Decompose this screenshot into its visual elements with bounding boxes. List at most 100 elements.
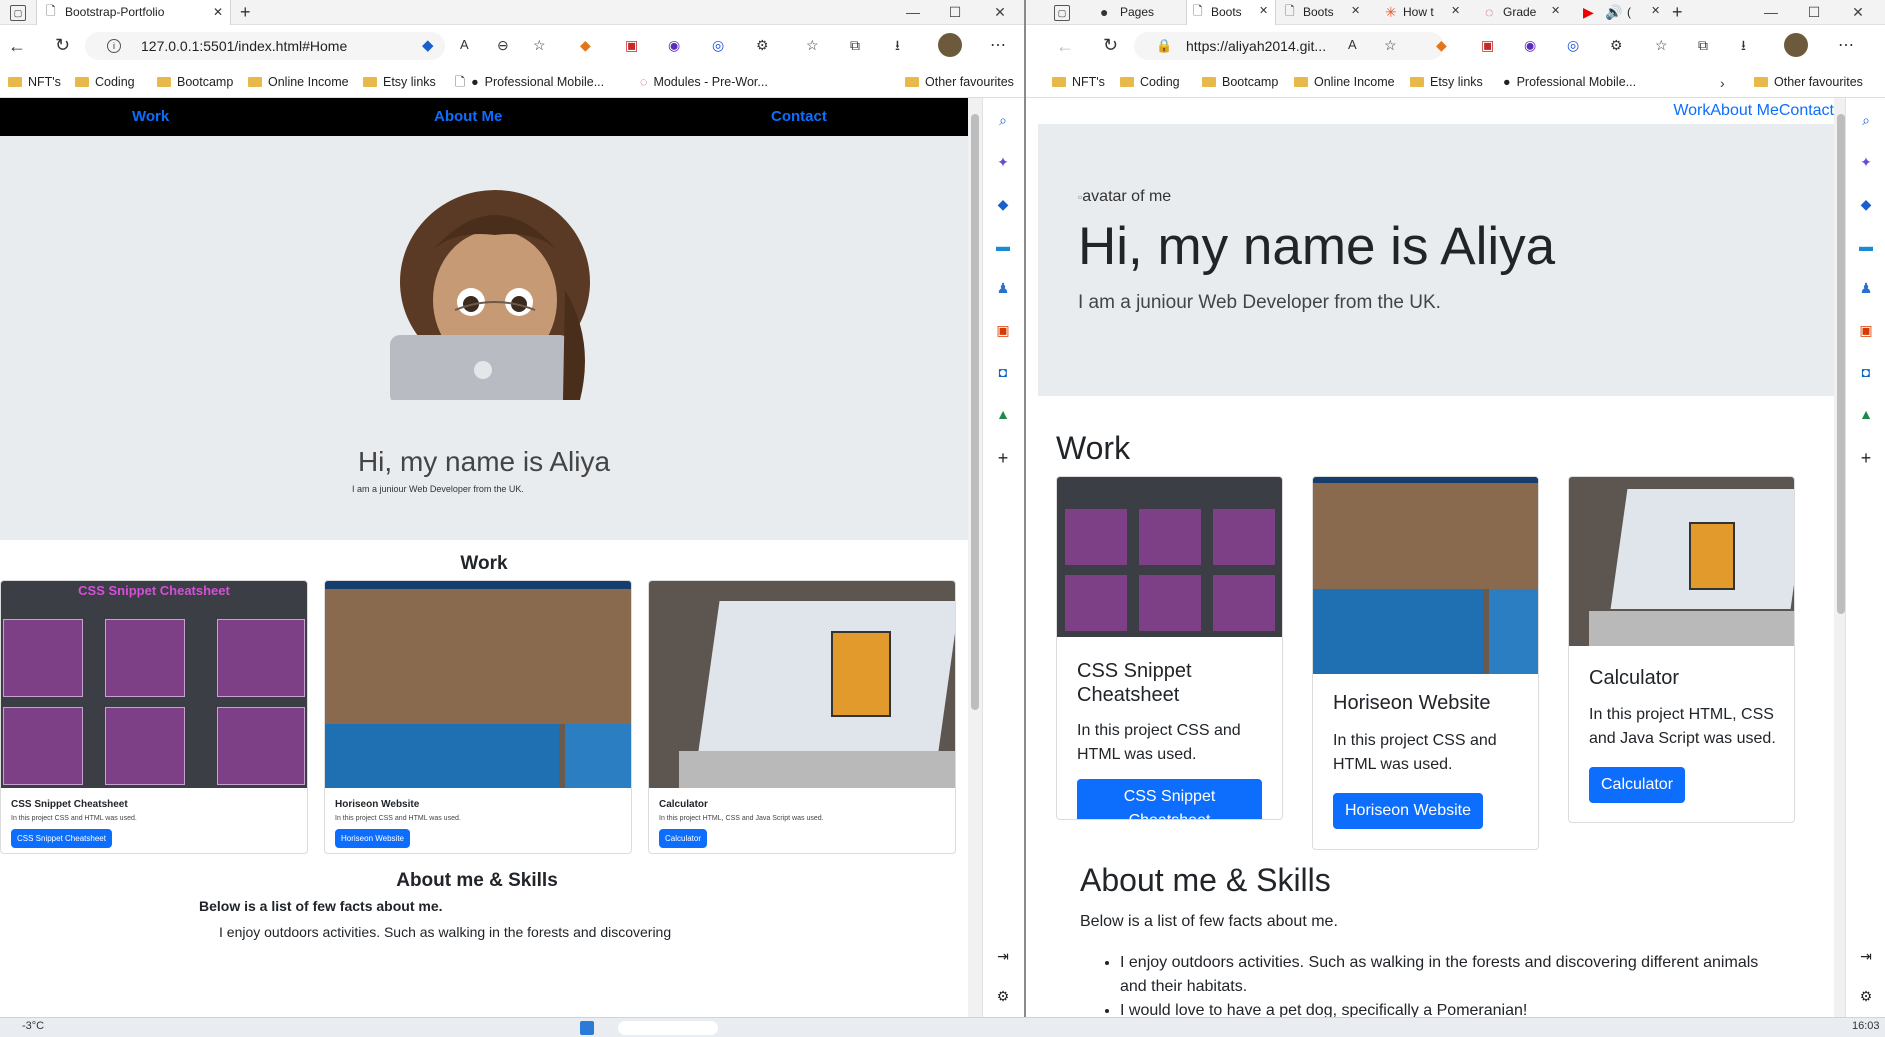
fav-online-income[interactable]: Online Income (248, 72, 349, 92)
copilot-icon[interactable]: ✦ (995, 154, 1011, 170)
css-cheatsheet-button[interactable]: CSS Snippet Cheatsheet (1077, 779, 1262, 819)
office-icon[interactable]: ▣ (1858, 322, 1874, 338)
read-aloud-icon[interactable]: A (1348, 38, 1357, 51)
css-cheatsheet-button[interactable]: CSS Snippet Cheatsheet (11, 829, 112, 848)
read-aloud-icon[interactable]: A (460, 38, 469, 51)
close-tab-icon[interactable]: ✕ (213, 6, 223, 18)
tab-boots-active[interactable]: 🗋 Boots ✕ (1186, 0, 1276, 25)
tab-portfolio[interactable]: 🗋 Bootstrap-Portfolio ✕ (36, 0, 231, 25)
fav-modules[interactable]: ◌ Modules - Pre-Wor... (640, 72, 768, 92)
minimize-icon[interactable]: — (1751, 0, 1791, 25)
nav-work-link[interactable]: Work (1673, 102, 1710, 119)
games-icon[interactable]: ♟ (1858, 280, 1874, 296)
fav-professional-mobile[interactable]: 🗋 ● Professional Mobile... (455, 72, 604, 92)
extension-target-icon[interactable]: ◎ (712, 38, 724, 52)
nav-contact-link[interactable]: Contact (1779, 102, 1834, 119)
back-icon[interactable]: ← (8, 37, 26, 55)
new-tab-icon[interactable]: + (240, 3, 251, 21)
tree-icon[interactable]: ▲ (1858, 406, 1874, 422)
scrollbar-thumb[interactable] (1837, 114, 1845, 614)
shopping-icon[interactable]: ◆ (995, 196, 1011, 212)
nav-contact-link[interactable]: Contact (771, 108, 827, 125)
calculator-button[interactable]: Calculator (1589, 767, 1686, 803)
search-icon[interactable]: ⌕ (995, 112, 1011, 128)
tab-grade[interactable]: ◌ Grade ✕ (1479, 0, 1569, 25)
nav-about-link[interactable]: About Me (434, 108, 502, 125)
search-icon[interactable]: ⌕ (1858, 112, 1874, 128)
nav-work-link[interactable]: Work (132, 108, 169, 125)
favorites-icon[interactable]: ☆ (1655, 38, 1668, 52)
fav-coding[interactable]: Coding (75, 72, 135, 92)
settings-icon[interactable]: ⚙ (995, 988, 1011, 1004)
more-icon[interactable]: ⋯ (990, 38, 1006, 54)
extension-shield-icon[interactable]: ▣ (1481, 38, 1494, 52)
office-icon[interactable]: ▣ (995, 322, 1011, 338)
metamask-icon[interactable]: ◆ (580, 38, 591, 52)
shopping-icon[interactable]: ◆ (1858, 196, 1874, 212)
extension-circle-icon[interactable]: ◉ (1524, 38, 1536, 52)
minimize-icon[interactable]: — (893, 0, 933, 25)
fav-bootcamp[interactable]: Bootcamp (1202, 72, 1278, 92)
horiseon-button[interactable]: Horiseon Website (1333, 793, 1483, 829)
sidebar-hide-icon[interactable]: ⇥ (1858, 948, 1874, 964)
plus-icon[interactable]: + (1858, 448, 1874, 468)
fav-professional-mobile[interactable]: ● Professional Mobile... (1503, 72, 1636, 92)
refresh-icon[interactable]: ↻ (1103, 36, 1118, 54)
extension-shield-icon[interactable]: ▣ (625, 38, 638, 52)
address-bar[interactable]: i 127.0.0.1:5501/index.html#Home (85, 32, 445, 60)
fav-nfts[interactable]: NFT's (1052, 72, 1105, 92)
favorites-icon[interactable]: ☆ (806, 38, 819, 52)
tab-youtube[interactable]: ▶ 🔊(✕ (1579, 0, 1669, 25)
outlook-icon[interactable]: ◘ (1858, 364, 1874, 380)
fav-etsy[interactable]: Etsy links (363, 72, 436, 92)
games-icon[interactable]: ♟ (995, 280, 1011, 296)
close-window-icon[interactable]: ✕ (1838, 0, 1878, 25)
extensions-icon[interactable]: ⚙ (1610, 38, 1623, 52)
info-icon[interactable]: i (107, 39, 121, 53)
tree-icon[interactable]: ▲ (995, 406, 1011, 422)
close-window-icon[interactable]: ✕ (980, 0, 1020, 25)
extension-target-icon[interactable]: ◎ (1567, 38, 1579, 52)
extension-circle-icon[interactable]: ◉ (668, 38, 680, 52)
fav-other[interactable]: Other favourites (905, 72, 1014, 92)
toolbox-icon[interactable]: ▬ (995, 238, 1011, 254)
calculator-button[interactable]: Calculator (659, 829, 708, 848)
tag-icon[interactable]: ◆ (422, 38, 434, 53)
new-tab-icon[interactable]: + (1672, 3, 1683, 21)
fav-etsy[interactable]: Etsy links (1410, 72, 1483, 92)
close-tab-icon[interactable]: ✕ (1651, 6, 1660, 17)
zoom-icon[interactable]: ⊖ (497, 38, 509, 52)
fav-nfts[interactable]: NFT's (8, 72, 61, 92)
tab-boots[interactable]: 🗋 Boots ✕ (1279, 0, 1369, 25)
tab-how[interactable]: ✳ How t ✕ (1379, 0, 1469, 25)
outlook-icon[interactable]: ◘ (995, 364, 1011, 380)
maximize-icon[interactable]: ☐ (935, 0, 975, 25)
sidebar-hide-icon[interactable]: ⇥ (995, 948, 1011, 964)
downloads-icon[interactable]: ⭳ (895, 38, 900, 52)
favorite-add-icon[interactable]: ☆ (1384, 38, 1397, 52)
metamask-icon[interactable]: ◆ (1436, 38, 1447, 52)
chevron-right-icon[interactable]: › (1720, 76, 1725, 90)
start-icon[interactable] (580, 1021, 594, 1035)
extensions-icon[interactable]: ⚙ (756, 38, 769, 52)
nav-about-link[interactable]: About Me (1710, 102, 1778, 119)
copilot-icon[interactable]: ✦ (1858, 154, 1874, 170)
toolbox-icon[interactable]: ▬ (1858, 238, 1874, 254)
close-tab-icon[interactable]: ✕ (1259, 6, 1268, 17)
refresh-icon[interactable]: ↻ (55, 36, 70, 54)
close-tab-icon[interactable]: ✕ (1451, 6, 1460, 17)
audio-icon[interactable]: 🔊 (1605, 5, 1622, 19)
fav-online-income[interactable]: Online Income (1294, 72, 1395, 92)
more-icon[interactable]: ⋯ (1838, 38, 1854, 54)
fav-other[interactable]: Other favourites (1754, 72, 1863, 92)
favorite-add-icon[interactable]: ☆ (533, 38, 546, 52)
page-scrollbar[interactable] (968, 98, 982, 1017)
back-icon[interactable]: ← (1056, 37, 1074, 55)
scrollbar-thumb[interactable] (971, 114, 979, 710)
downloads-icon[interactable]: ⭳ (1741, 38, 1746, 52)
close-tab-icon[interactable]: ✕ (1551, 6, 1560, 17)
collections-icon[interactable]: ⧉ (1698, 38, 1708, 52)
tab-actions-icon[interactable]: ▢ (10, 5, 26, 21)
maximize-icon[interactable]: ☐ (1794, 0, 1834, 25)
fav-coding[interactable]: Coding (1120, 72, 1180, 92)
